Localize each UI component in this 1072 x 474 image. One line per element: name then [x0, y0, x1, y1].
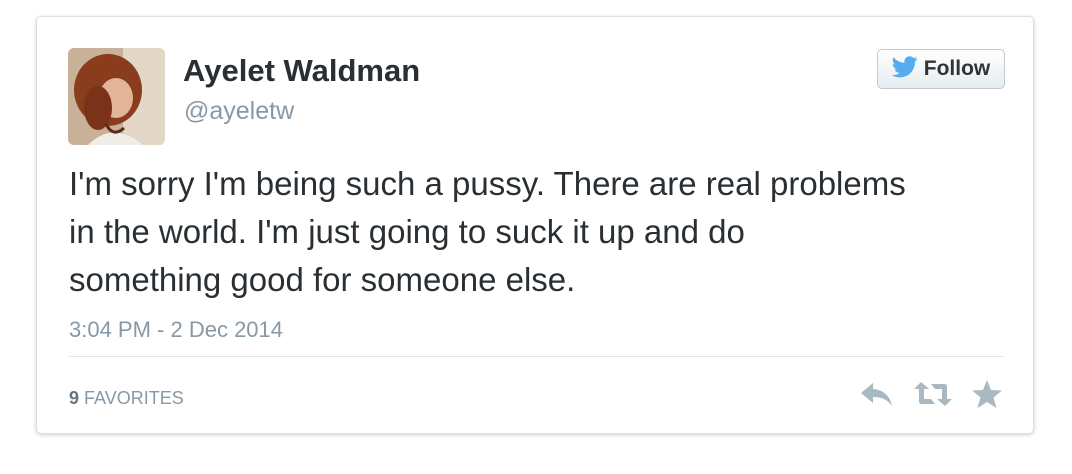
follow-button[interactable]: Follow [877, 49, 1005, 89]
reply-icon[interactable] [859, 379, 895, 414]
user-handle[interactable]: @ayeletw [184, 97, 294, 126]
user-avatar[interactable] [68, 48, 165, 145]
favorites-stat[interactable]: 9 FAVORITES [69, 388, 184, 409]
favorites-count: 9 [69, 388, 80, 408]
tweet-actions [859, 379, 1003, 414]
user-display-name[interactable]: Ayelet Waldman [183, 53, 420, 89]
favorite-star-icon[interactable] [971, 379, 1003, 414]
retweet-icon[interactable] [913, 379, 953, 414]
divider [69, 356, 1004, 357]
favorites-label: FAVORITES [84, 388, 184, 408]
follow-label: Follow [923, 57, 991, 80]
tweet-timestamp[interactable]: 3:04 PM - 2 Dec 2014 [69, 317, 283, 343]
tweet-card: Ayelet Waldman @ayeletw Follow I'm sorry… [36, 16, 1034, 434]
twitter-bird-icon [891, 55, 918, 83]
tweet-text: I'm sorry I'm being such a pussy. There … [69, 165, 906, 298]
